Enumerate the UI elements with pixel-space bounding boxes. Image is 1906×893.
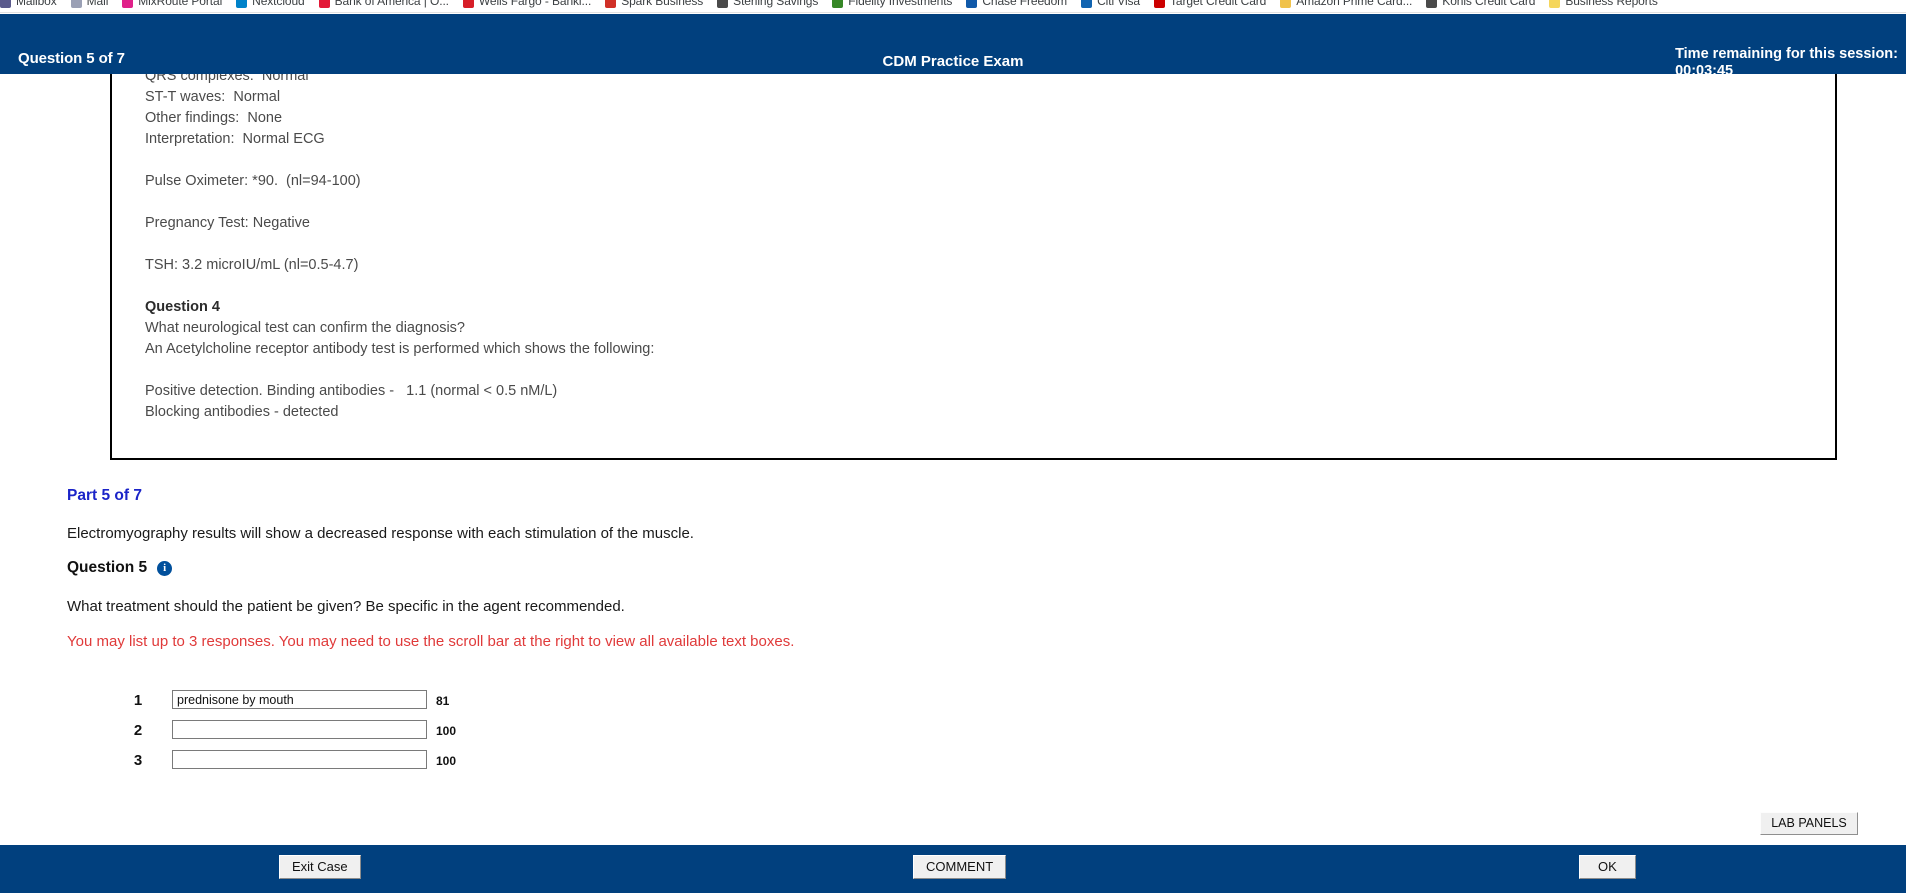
bookmark-label: MixRoute Portal <box>138 0 223 8</box>
info-icon[interactable]: i <box>157 561 173 576</box>
bookmark-item[interactable]: MixRoute Portal <box>122 0 222 8</box>
chars-remaining-counter: 100 <box>436 724 457 738</box>
comment-button[interactable]: COMMENT <box>913 855 1007 879</box>
answer-row-number: 3 <box>133 752 143 769</box>
bookmark-label: Mail <box>86 0 109 8</box>
bookmark-label: Business Reports <box>1565 0 1658 8</box>
bookmark-label: Kohls Credit Card <box>1442 0 1536 8</box>
chars-remaining-counter: 100 <box>436 754 457 768</box>
bookmark-item[interactable]: Amazon Prime Card... <box>1280 0 1412 8</box>
question-heading: Question 5 <box>67 559 148 576</box>
answer-input-list: 1 81 2 100 3 100 <box>0 690 1906 780</box>
bookmark-label: Wells Fargo - Banki... <box>478 0 592 8</box>
kohls-icon <box>1426 0 1438 8</box>
response-limit-note: You may list up to 3 responses. You may … <box>67 633 795 650</box>
chars-remaining-counter: 81 <box>436 694 450 708</box>
answer-row: 2 100 <box>0 720 1906 750</box>
session-timer-label: Time remaining for this session: <box>1675 46 1898 62</box>
case-line-spacer <box>145 150 1827 171</box>
case-line: What neurological test can confirm the d… <box>145 320 465 336</box>
case-line: Interpretation: Normal ECG <box>145 131 325 147</box>
bookmark-item[interactable]: Mailbox <box>0 0 57 8</box>
lab-panels-button[interactable]: LAB PANELS <box>1760 812 1858 835</box>
case-line: Other findings: None <box>145 110 283 126</box>
answer-row-number: 1 <box>133 692 143 709</box>
case-transcript-text: QRS complexes: Normal ST-T waves: Normal O… <box>145 74 1827 423</box>
bookmark-item[interactable]: Mail <box>70 0 109 8</box>
answer-input-3[interactable] <box>172 750 427 769</box>
answer-row: 3 100 <box>0 750 1906 780</box>
bookmark-item[interactable]: Fidelity Investments <box>832 0 952 8</box>
case-line: TSH: 3.2 microIU/mL (nl=0.5-4.7) <box>145 257 359 273</box>
sterling-icon <box>717 0 729 8</box>
case-line: Pregnancy Test: Negative <box>145 215 310 231</box>
wellsfargo-icon <box>462 0 474 8</box>
bookmark-item[interactable]: Sterling Savings <box>717 0 818 8</box>
question-prompt: What treatment should the patient be giv… <box>67 598 625 615</box>
page-title: CDM Practice Exam <box>882 53 1024 70</box>
bookmark-label: Fidelity Investments <box>848 0 953 8</box>
bookmark-item[interactable]: Target Credit Card <box>1154 0 1266 8</box>
fidelity-icon <box>832 0 844 8</box>
answer-input-2[interactable] <box>172 720 427 739</box>
bookmark-label: Citi Visa <box>1097 0 1140 8</box>
citi-icon <box>1081 0 1093 8</box>
case-line-spacer <box>145 234 1827 255</box>
case-transcript-panel[interactable]: QRS complexes: Normal ST-T waves: Normal O… <box>110 74 1837 460</box>
answer-input-1[interactable] <box>172 690 427 709</box>
case-line: Pulse Oximeter: *90. (nl=94-100) <box>145 173 361 189</box>
bookmark-label: Bank of America | O... <box>334 0 449 8</box>
case-line-heading: Question 4 <box>145 299 220 315</box>
exam-footer-bar: Exit Case COMMENT OK <box>0 845 1906 893</box>
exit-case-button[interactable]: Exit Case <box>279 855 361 879</box>
folder-icon <box>1549 0 1561 8</box>
target-icon <box>1154 0 1165 8</box>
bookmark-item[interactable]: Kohls Credit Card <box>1426 0 1535 8</box>
answer-row: 1 81 <box>0 690 1906 720</box>
people-icon <box>0 0 11 8</box>
question-heading-row: Question 5 i <box>67 559 173 577</box>
bookmark-item[interactable]: Spark Business <box>605 0 703 8</box>
spark-icon <box>605 0 617 8</box>
bookmark-item[interactable]: Wells Fargo - Banki... <box>462 0 592 8</box>
bookmark-item[interactable]: Nextcloud <box>236 0 305 8</box>
bofa-icon <box>318 0 330 8</box>
case-line: Positive detection. Binding antibodies -… <box>145 383 558 399</box>
bookmark-item[interactable]: Citi Visa <box>1081 0 1140 8</box>
bookmark-label: Mailbox <box>16 0 57 8</box>
ok-button[interactable]: OK <box>1579 855 1636 879</box>
mixroute-icon <box>122 0 134 8</box>
bookmark-item[interactable]: Chase Freedom <box>966 0 1067 8</box>
mail-icon <box>70 0 82 8</box>
case-line: An Acetylcholine receptor antibody test … <box>145 341 655 357</box>
bookmark-label: Nextcloud <box>252 0 305 8</box>
case-line: ST-T waves: Normal <box>145 89 281 105</box>
bookmark-item[interactable]: Bank of America | O... <box>318 0 449 8</box>
bookmark-label: Chase Freedom <box>982 0 1068 8</box>
bookmark-label: Spark Business <box>621 0 704 8</box>
bookmark-item[interactable]: Business Reports <box>1549 0 1658 8</box>
bookmark-label: Target Credit Card <box>1170 0 1267 8</box>
amazon-icon <box>1280 0 1292 8</box>
bookmark-label: Sterling Savings <box>733 0 819 8</box>
part-label: Part 5 of 7 <box>67 487 142 504</box>
case-line: QRS complexes: Normal <box>145 74 309 84</box>
exam-header-bar: Question 5 of 7 CDM Practice Exam Time r… <box>0 14 1906 79</box>
case-line: Blocking antibodies - detected <box>145 404 339 420</box>
cloud-icon <box>236 0 248 8</box>
case-line-spacer <box>145 360 1827 381</box>
browser-bookmarks-bar[interactable]: Mailbox Mail MixRoute Portal Nextcloud Bank … <box>0 0 1906 13</box>
answer-row-number: 2 <box>133 722 143 739</box>
bookmark-label: Amazon Prime Card... <box>1296 0 1413 8</box>
case-line-spacer <box>145 192 1827 213</box>
case-stem-text: Electromyography results will show a dec… <box>67 525 694 542</box>
case-line-spacer <box>145 276 1827 297</box>
chase-icon <box>966 0 978 8</box>
